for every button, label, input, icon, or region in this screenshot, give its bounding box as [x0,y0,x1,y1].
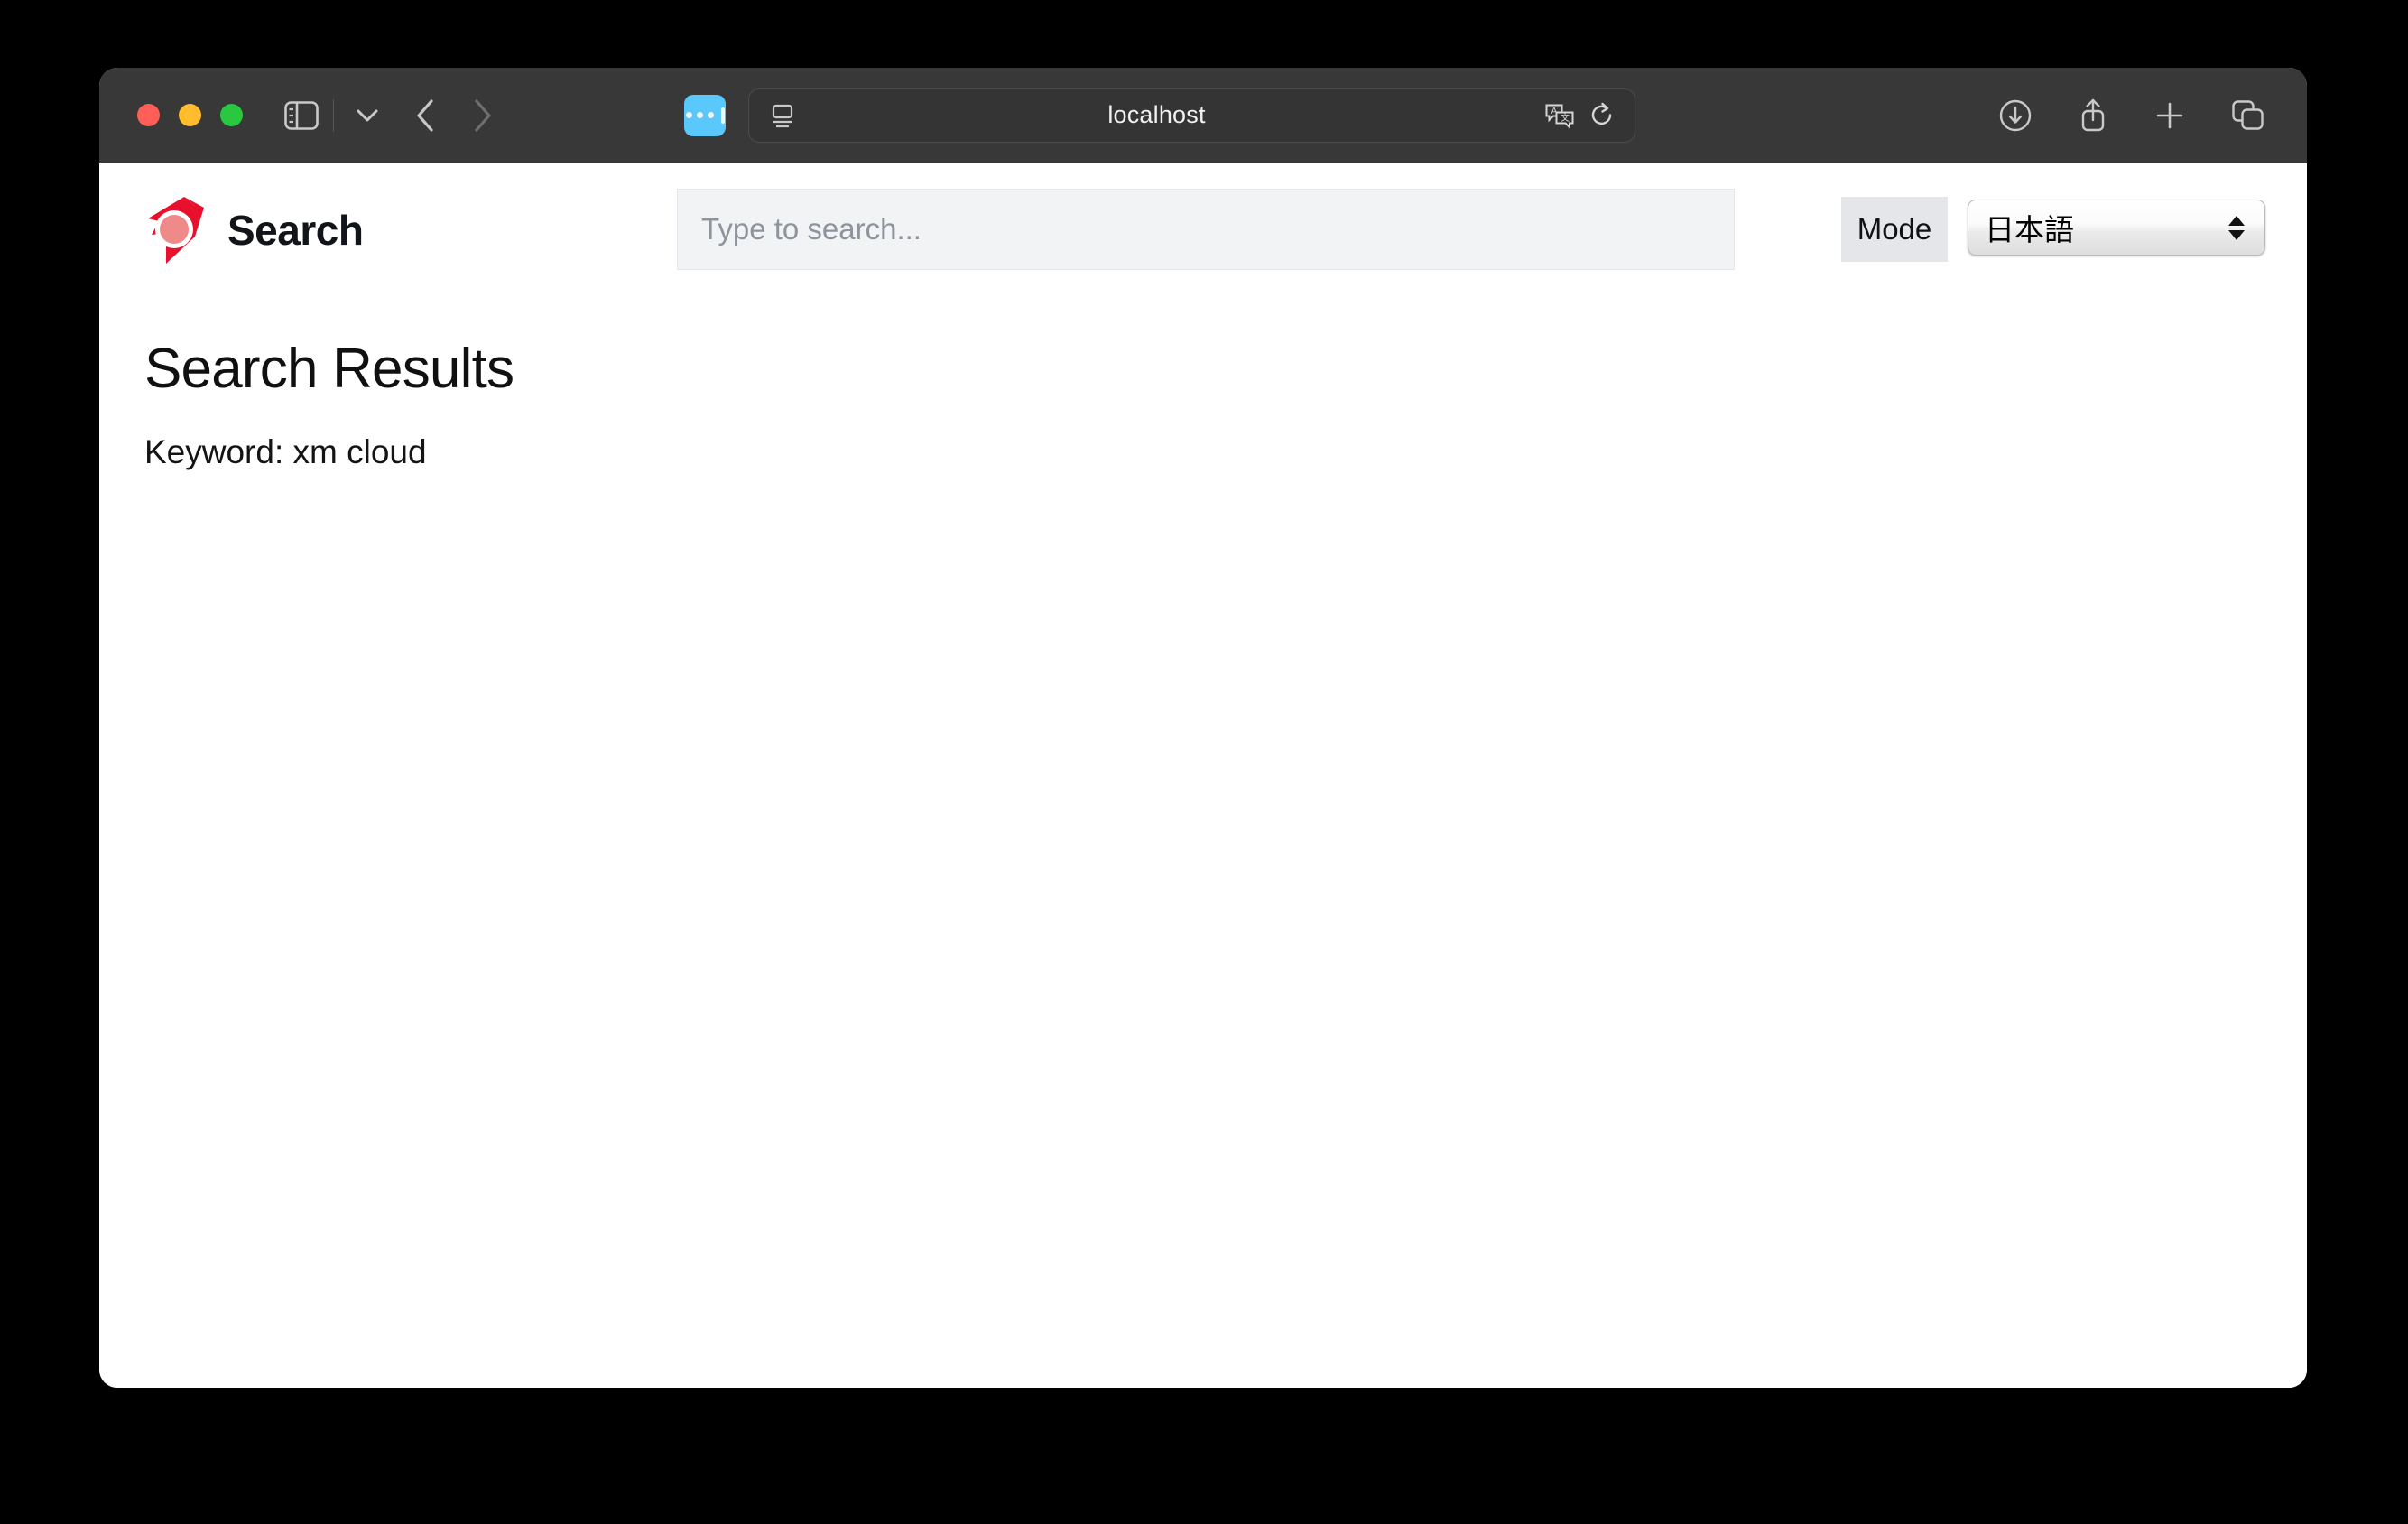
reload-icon[interactable] [1589,102,1615,129]
zoom-window-button[interactable] [220,104,243,126]
extension-dot [696,112,703,118]
forward-icon[interactable] [473,98,493,133]
minimize-window-button[interactable] [179,104,201,126]
keyword-line: Keyword: xm cloud [144,433,427,470]
toolbar-right-actions [1998,68,2265,163]
brand-name: Search [227,207,364,254]
translate-icon[interactable]: A 文 [1544,102,1575,129]
address-bar-url: localhost [1107,101,1206,128]
close-window-button[interactable] [137,104,160,126]
toolbar-divider [333,98,334,132]
search-input[interactable] [678,190,1734,269]
brand[interactable]: Search [144,195,364,265]
back-icon[interactable] [415,98,435,133]
downloads-icon[interactable] [1998,98,2033,133]
site-header: Search Mode 日本語 [99,163,2307,272]
page-content: Search Mode 日本語 Search Results Keyword: … [99,163,2307,1388]
extension-blue-icon[interactable] [684,94,726,136]
language-select[interactable]: 日本語 [1968,200,2265,256]
share-icon[interactable] [2078,98,2108,134]
stepper-arrows-icon [2228,215,2245,240]
search-box[interactable] [677,189,1735,270]
address-bar-actions: A 文 [1544,102,1615,129]
address-bar[interactable]: localhost A 文 [748,88,1635,143]
tab-overview-icon[interactable] [2231,99,2265,132]
extension-dot [707,112,714,118]
extension-dot [685,112,692,118]
arrow-up-icon [2228,215,2245,226]
extension-bar [720,107,725,124]
browser-window: localhost A 文 Search Type to search... M… [99,68,2307,1388]
mode-button[interactable]: Mode [1841,197,1948,262]
browser-toolbar: localhost A 文 [99,68,2307,163]
language-select-value: 日本語 [1985,213,2074,246]
page-title: Search Results [144,338,514,400]
arrow-down-icon [2228,229,2245,240]
sitecore-search-logo [148,197,204,264]
sidebar-icon[interactable] [284,100,319,130]
new-tab-icon[interactable] [2153,99,2186,132]
chevron-down-icon[interactable] [356,108,379,123]
svg-text:文: 文 [1561,112,1570,124]
window-controls [137,104,243,126]
